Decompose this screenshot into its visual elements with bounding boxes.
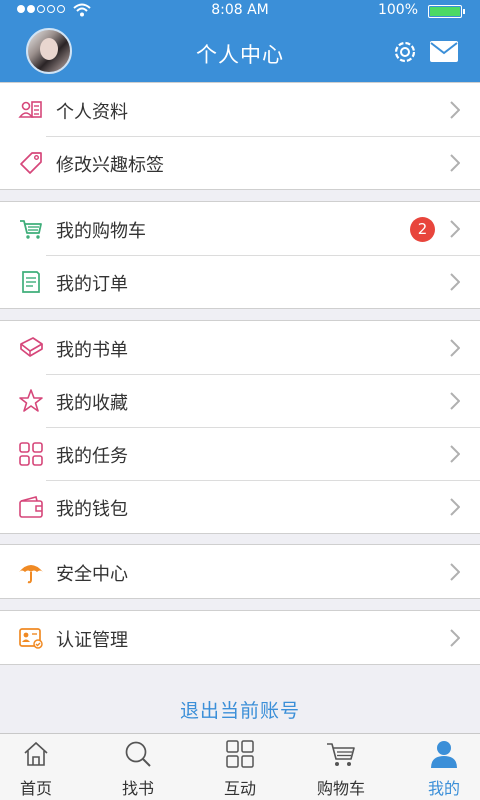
tab-cart[interactable]: 购物车 — [293, 734, 389, 800]
bottom-tab-bar: 首页 找书 互动 购物车 我的 — [0, 733, 480, 800]
menu-item-interest-tags[interactable]: 修改兴趣标签 — [0, 136, 480, 189]
menu-group-library: 我的书单 我的收藏 我的任务 我的钱包 — [0, 320, 480, 534]
tab-me[interactable]: 我的 — [396, 734, 480, 800]
menu-item-booklist[interactable]: 我的书单 — [0, 321, 480, 374]
chevron-right-icon — [450, 563, 460, 581]
menu-item-label: 我的收藏 — [56, 393, 128, 414]
star-icon — [19, 389, 43, 412]
menu-item-security-center[interactable]: 安全中心 — [0, 545, 480, 598]
umbrella-icon — [19, 565, 43, 584]
tab-label: 找书 — [121, 779, 154, 798]
chevron-right-icon — [450, 498, 460, 516]
menu-item-label: 我的订单 — [56, 274, 128, 295]
tab-find-books[interactable]: 找书 — [90, 734, 186, 800]
battery-icon — [428, 5, 465, 18]
tab-label: 互动 — [223, 779, 256, 798]
shopping-cart-icon — [20, 220, 42, 239]
chevron-right-icon — [450, 273, 460, 291]
menu-item-cart[interactable]: 我的购物车 2 — [0, 202, 480, 255]
tab-label: 购物车 — [316, 779, 365, 798]
battery-percentage: 100% — [377, 2, 418, 18]
menu-item-orders[interactable]: 我的订单 — [0, 255, 480, 308]
mail-icon[interactable] — [430, 41, 458, 62]
tab-label: 首页 — [19, 779, 52, 798]
menu-item-label: 我的任务 — [56, 446, 128, 467]
home-icon — [24, 741, 48, 766]
user-icon — [431, 741, 457, 768]
profile-card-icon — [18, 101, 42, 118]
menu-item-label: 认证管理 — [56, 630, 128, 651]
tab-label: 我的 — [427, 779, 460, 798]
menu-item-verification[interactable]: 认证管理 — [0, 611, 480, 664]
menu-item-label: 我的书单 — [56, 340, 128, 361]
menu-item-label: 我的购物车 — [56, 221, 146, 242]
chevron-right-icon — [450, 445, 460, 463]
menu-group-profile: 个人资料 修改兴趣标签 — [0, 82, 480, 190]
book-icon — [20, 337, 43, 357]
menu-item-tasks[interactable]: 我的任务 — [0, 427, 480, 480]
chevron-right-icon — [450, 392, 460, 410]
shopping-cart-icon — [327, 743, 355, 766]
menu-group-shopping: 我的购物车 2 我的订单 — [0, 201, 480, 309]
menu-item-profile[interactable]: 个人资料 — [0, 83, 480, 136]
search-icon — [125, 741, 151, 767]
gear-icon[interactable] — [391, 38, 419, 66]
chevron-right-icon — [450, 154, 460, 172]
logout-button[interactable]: 退出当前账号 — [0, 696, 480, 723]
chevron-right-icon — [450, 220, 460, 238]
header-bar: 个人中心 — [0, 22, 480, 82]
tab-interact[interactable]: 互动 — [192, 734, 288, 800]
grid-icon — [226, 740, 254, 768]
menu-item-label: 我的钱包 — [56, 499, 128, 520]
menu-item-favorites[interactable]: 我的收藏 — [0, 374, 480, 427]
grid-tasks-icon — [19, 442, 43, 466]
wallet-icon — [19, 496, 43, 518]
menu-item-label: 修改兴趣标签 — [56, 155, 164, 176]
menu-group-security: 安全中心 — [0, 544, 480, 599]
status-bar: 8:08 AM 100% — [0, 0, 480, 22]
chevron-right-icon — [450, 339, 460, 357]
menu-group-verification: 认证管理 — [0, 610, 480, 665]
menu-item-label: 个人资料 — [56, 102, 128, 123]
order-list-icon — [22, 271, 40, 293]
menu-item-wallet[interactable]: 我的钱包 — [0, 480, 480, 533]
tag-icon — [20, 152, 42, 174]
id-card-icon — [19, 628, 43, 649]
chevron-right-icon — [450, 629, 460, 647]
menu-item-label: 安全中心 — [56, 564, 128, 585]
cart-count-badge: 2 — [410, 217, 435, 242]
tab-home[interactable]: 首页 — [0, 734, 84, 800]
chevron-right-icon — [450, 101, 460, 119]
